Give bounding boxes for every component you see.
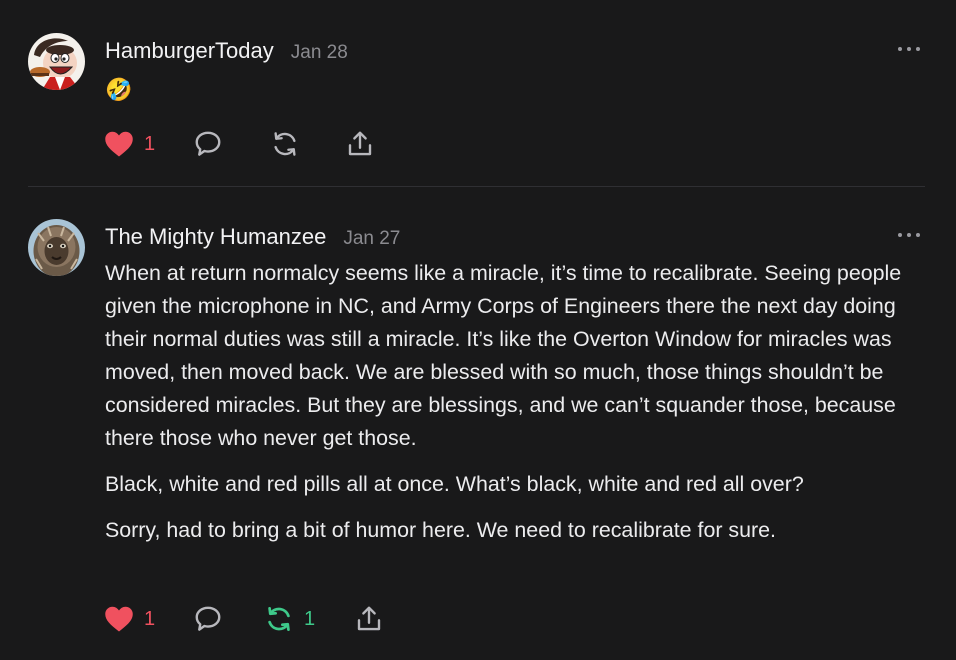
like-count: 1 (144, 607, 156, 630)
post-content: 🤣 (105, 73, 935, 119)
author-name[interactable]: HamburgerToday (105, 38, 274, 64)
comment-icon (195, 606, 221, 631)
post-paragraph: 🤣 (105, 77, 133, 102)
share-icon (357, 606, 381, 631)
more-options-icon[interactable] (898, 44, 920, 54)
post-date[interactable]: Jan 28 (291, 42, 348, 64)
post-header: The Mighty Humanzee Jan 27 (105, 224, 400, 250)
heart-icon (105, 606, 133, 632)
post-header: HamburgerToday Jan 28 (105, 38, 348, 64)
comment-button[interactable] (193, 604, 223, 634)
comment-button[interactable] (193, 129, 223, 159)
restack-icon (268, 607, 290, 631)
like-button[interactable]: 1 (104, 604, 155, 634)
restack-count: 1 (304, 607, 316, 630)
post-paragraph: Sorry, had to bring a bit of humor here.… (105, 518, 776, 542)
like-count: 1 (144, 132, 156, 155)
comment-icon (195, 131, 221, 156)
restack-icon (274, 132, 296, 156)
avatar[interactable] (28, 33, 85, 90)
author-name[interactable]: The Mighty Humanzee (105, 224, 326, 250)
more-options-icon[interactable] (898, 230, 920, 240)
share-button[interactable] (345, 129, 375, 159)
post-date[interactable]: Jan 27 (343, 228, 400, 250)
restack-button[interactable] (270, 129, 300, 159)
heart-icon (105, 131, 133, 157)
restack-button[interactable]: 1 (264, 604, 315, 634)
share-icon (348, 131, 372, 156)
post-divider (28, 186, 925, 187)
post-paragraph: When at return normalcy seems like a mir… (105, 261, 902, 450)
avatar[interactable] (28, 219, 85, 276)
post-paragraph: Black, white and red pills all at once. … (105, 472, 804, 496)
like-button[interactable]: 1 (104, 129, 155, 159)
post-content: When at return normalcy seems like a mir… (105, 257, 935, 560)
share-button[interactable] (354, 604, 384, 634)
